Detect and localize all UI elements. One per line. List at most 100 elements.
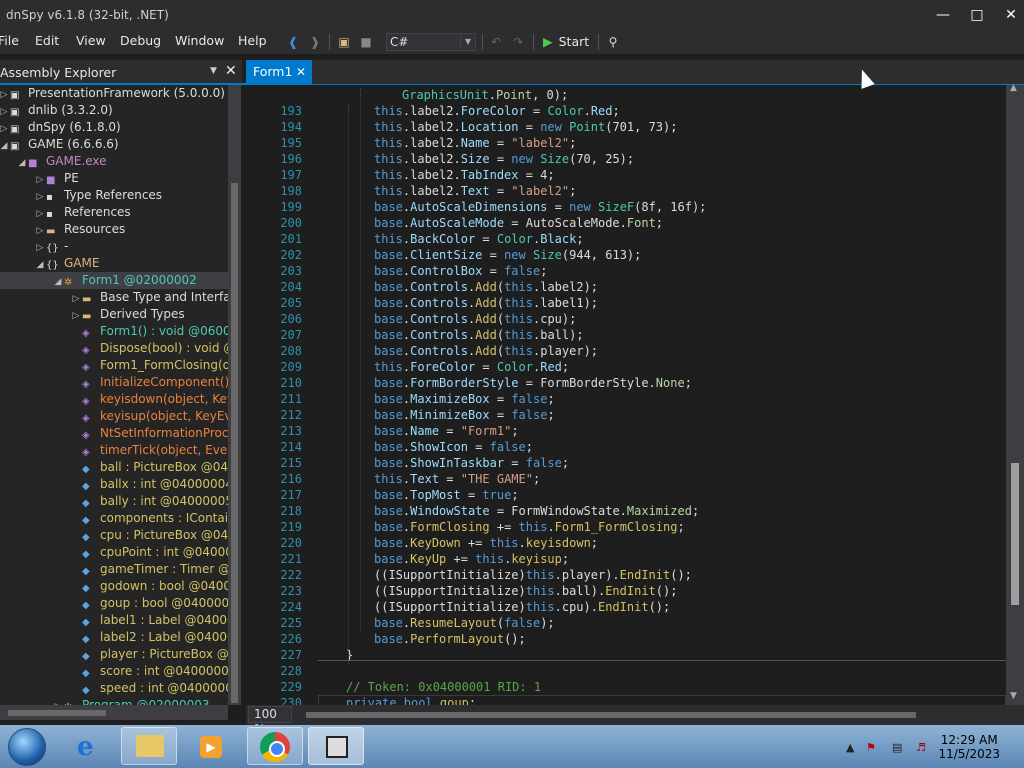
dnspy-taskbar-button[interactable]: [308, 727, 364, 765]
media-player-taskbar-button[interactable]: ▶: [183, 727, 239, 765]
tree-node[interactable]: ◢ ■ GAME.exe: [16, 153, 107, 170]
scroll-thumb[interactable]: [8, 710, 106, 716]
assembly-explorer-title: Assembly Explorer: [0, 65, 117, 80]
tree-node[interactable]: ◆ cpu : PictureBox @04000002: [70, 527, 228, 544]
tree-node[interactable]: ▷ ▣ dnSpy (6.1.8.0): [0, 119, 121, 136]
tree-node[interactable]: ▷ ▬ Derived Types: [70, 306, 185, 323]
start-debug-button[interactable]: ▶ Start: [543, 33, 589, 51]
navigate-forward-icon[interactable]: ❱: [307, 34, 323, 50]
tree-node[interactable]: ◆ score : int @04000006: [70, 663, 228, 680]
tree-node[interactable]: ◈ NtSetInformationProcess: [70, 425, 228, 442]
tree-node[interactable]: ◆ label2 : Label @0400000B: [70, 629, 228, 646]
tree-node-label: timerTick(object, EventArgs): [100, 443, 228, 457]
search-icon[interactable]: ⚲: [605, 34, 621, 50]
tree-node[interactable]: ◈ keyisdown(object, KeyEventArgs): [70, 391, 228, 408]
volume-muted-icon[interactable]: ♬: [916, 741, 926, 754]
tree-node-label: Dispose(bool) : void @06000002: [100, 341, 228, 355]
chevron-down-icon[interactable]: ▼: [460, 34, 475, 50]
maximize-button[interactable]: □: [968, 6, 986, 24]
windows-start-icon[interactable]: [8, 728, 46, 766]
tab-form1[interactable]: Form1 ✕: [246, 60, 312, 84]
tree-node-label: References: [64, 205, 131, 219]
tree-vertical-scrollbar[interactable]: [228, 85, 241, 705]
tree-node[interactable]: ▷{} -: [34, 238, 69, 255]
open-folder-icon[interactable]: ▣: [336, 34, 352, 50]
tree-node[interactable]: ◈ Form1() : void @06000001: [70, 323, 228, 340]
chrome-taskbar-button[interactable]: [247, 727, 303, 765]
namespace-icon: {}: [46, 260, 59, 271]
tree-node[interactable]: ◈ timerTick(object, EventArgs): [70, 442, 228, 459]
tree-node[interactable]: ◆ speed : int @04000003: [70, 680, 228, 697]
close-tab-icon[interactable]: ✕: [296, 60, 306, 84]
tree-horizontal-scrollbar[interactable]: [0, 705, 228, 720]
scroll-thumb[interactable]: [1011, 463, 1019, 605]
code-token: ;: [684, 376, 692, 390]
expand-arrow-icon[interactable]: ◢: [16, 155, 28, 172]
menu-edit[interactable]: Edit: [35, 33, 59, 48]
internet-explorer-icon: e: [77, 732, 94, 762]
editor-vertical-scrollbar[interactable]: ▲ ▼: [1006, 83, 1024, 705]
show-hidden-icons-icon[interactable]: ▲: [846, 741, 854, 754]
tree-node[interactable]: ▷ ▣ PresentationFramework (5.0.0.0): [0, 85, 225, 102]
tree-node[interactable]: ◈ InitializeComponent() : void: [70, 374, 228, 391]
explorer-taskbar-button[interactable]: [121, 727, 177, 765]
tree-node[interactable]: ◆ bally : int @04000005: [70, 493, 228, 510]
tree-node[interactable]: ◢{} GAME: [34, 255, 100, 272]
scroll-thumb[interactable]: [231, 183, 238, 703]
scroll-down-icon[interactable]: ▼: [1010, 691, 1017, 701]
code-token: ForeColor: [460, 104, 526, 118]
tree-node[interactable]: ◈ Dispose(bool) : void @06000002: [70, 340, 228, 357]
network-icon[interactable]: ▤: [892, 741, 902, 754]
code-token: base: [374, 344, 403, 358]
tree-node[interactable]: ▷ ▬ Resources: [34, 221, 126, 238]
expand-arrow-icon[interactable]: ◢: [0, 138, 10, 155]
tree-node[interactable]: ◈ Form1_FormClosing(object: [70, 357, 228, 374]
tree-node[interactable]: ◆ godown : bool @04000009: [70, 578, 228, 595]
tree-node[interactable]: ◆ components : IContainer: [70, 510, 228, 527]
tree-node[interactable]: ◆ label1 : Label @0400000A: [70, 612, 228, 629]
menu-file[interactable]: File: [0, 33, 19, 48]
action-center-icon[interactable]: ⚑: [866, 741, 876, 754]
ie-taskbar-button[interactable]: e: [62, 727, 118, 765]
minimize-button[interactable]: —: [934, 6, 952, 24]
tree-node[interactable]: ▷ ■ PE: [34, 170, 79, 187]
code-token: TabIndex: [460, 168, 519, 182]
code-token: Text: [410, 472, 440, 486]
save-icon[interactable]: ■: [358, 34, 374, 50]
undo-icon[interactable]: ↶: [488, 34, 504, 50]
scroll-thumb[interactable]: [306, 712, 916, 718]
code-editor[interactable]: GraphicsUnit.Point, 0); 193 this.label2.Fo…: [246, 85, 1006, 705]
menu-help[interactable]: Help: [238, 33, 267, 48]
redo-icon[interactable]: ↷: [510, 34, 526, 50]
language-select[interactable]: C# ▼: [386, 33, 476, 51]
editor-horizontal-scrollbar[interactable]: [306, 711, 1006, 719]
tree-node[interactable]: ◢ ▣ GAME (6.6.6.6): [0, 136, 119, 153]
line-number: 227: [280, 648, 302, 662]
tree-node[interactable]: ◆ ballx : int @04000004: [70, 476, 228, 493]
tree-node[interactable]: ◆ goup : bool @04000001: [70, 595, 228, 612]
tree-node[interactable]: ◆ gameTimer : Timer @04000008: [70, 561, 228, 578]
tree-node[interactable]: ▷ ▪ Type References: [34, 187, 163, 204]
menu-window[interactable]: Window: [175, 33, 224, 48]
menu-view[interactable]: View: [76, 33, 106, 48]
tree-node[interactable]: ◈ keyisup(object, KeyEventArgs): [70, 408, 228, 425]
tree-node[interactable]: ◆ ball : PictureBox @04000001: [70, 459, 228, 476]
clock[interactable]: 12:29 AM 11/5/2023: [938, 733, 1000, 761]
expand-arrow-icon[interactable]: ◢: [52, 274, 64, 291]
navigate-back-icon[interactable]: ❰: [285, 34, 301, 50]
panel-menu-icon[interactable]: ▼: [210, 66, 217, 76]
tree-node[interactable]: ▷✲Program @02000003: [52, 697, 210, 705]
tree-node[interactable]: ◆ player : PictureBox @04000003: [70, 646, 228, 663]
tree-node[interactable]: ▷▬Base Type and Interfaces: [70, 289, 228, 306]
code-token: Point: [569, 120, 606, 134]
tree-node[interactable]: ▷ ▣ dnlib (3.3.2.0): [0, 102, 113, 119]
close-button[interactable]: ✕: [1002, 6, 1020, 24]
menu-debug[interactable]: Debug: [120, 33, 161, 48]
tree-node[interactable]: ◢ ✲ Form1 @02000002: [52, 272, 197, 289]
tree-node[interactable]: ▷ ▪ References: [34, 204, 131, 221]
scroll-up-icon[interactable]: ▲: [1010, 83, 1017, 93]
code-token: base: [374, 424, 403, 438]
tree-node[interactable]: ◆ cpuPoint : int @04000007: [70, 544, 228, 561]
zoom-select[interactable]: 100 %: [248, 706, 292, 736]
panel-close-icon[interactable]: ✕: [225, 63, 237, 79]
